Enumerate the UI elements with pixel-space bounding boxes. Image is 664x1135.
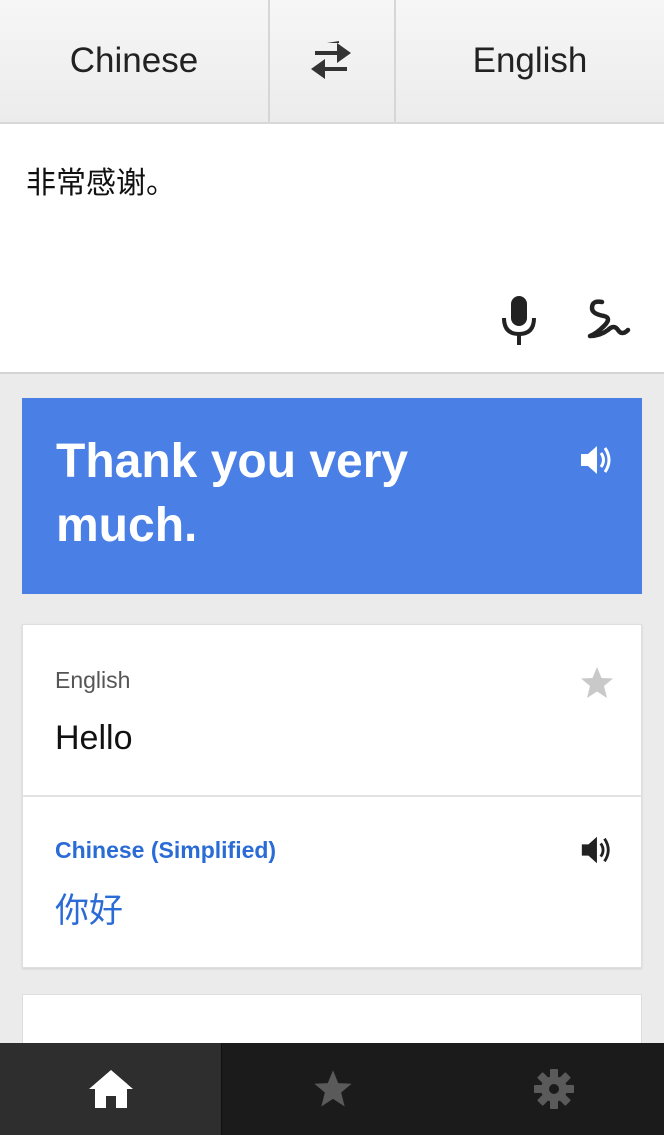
swap-languages-button[interactable] (270, 0, 396, 122)
phrase-target-text: 你好 (55, 891, 123, 931)
handwriting-icon (587, 299, 631, 339)
handwriting-button[interactable] (582, 294, 634, 344)
translate-app: Chinese English 非常感谢。 Thank you very muc… (0, 0, 664, 1135)
swap-arrows-icon (311, 41, 351, 79)
phrase-card[interactable]: English Hello Chinese (Simplified) 你好 (22, 624, 642, 968)
phrase-divider (23, 795, 641, 797)
language-bar: Chinese English (0, 0, 664, 124)
source-language-button[interactable]: Chinese (0, 0, 270, 122)
phrase-speaker-button[interactable] (579, 833, 613, 867)
translation-text: Thank you very much. (56, 435, 409, 552)
speaker-icon (581, 836, 610, 864)
input-area[interactable]: 非常感谢。 (0, 124, 664, 374)
target-language-label: English (472, 41, 588, 80)
microphone-icon (502, 296, 536, 345)
gear-icon (533, 1069, 574, 1109)
input-text[interactable]: 非常感谢。 (26, 158, 176, 202)
tab-home[interactable] (0, 1043, 222, 1135)
tab-settings[interactable] (443, 1043, 664, 1135)
star-icon (313, 1070, 352, 1107)
phrase-source-text: Hello (55, 719, 133, 757)
home-icon (88, 1070, 133, 1108)
bottom-tab-bar (0, 1043, 664, 1135)
translation-speaker-button[interactable] (578, 442, 614, 478)
tab-phrasebook[interactable] (222, 1043, 443, 1135)
phrase-source-language: English (55, 667, 131, 693)
phrase-target-language: Chinese (Simplified) (55, 837, 277, 863)
microphone-button[interactable] (498, 294, 540, 346)
star-icon (581, 667, 613, 698)
source-language-label: Chinese (69, 41, 199, 80)
speaker-icon (581, 446, 611, 474)
translation-result-card[interactable]: Thank you very much. (22, 398, 642, 594)
target-language-button[interactable]: English (396, 0, 664, 122)
star-button[interactable] (579, 665, 615, 701)
